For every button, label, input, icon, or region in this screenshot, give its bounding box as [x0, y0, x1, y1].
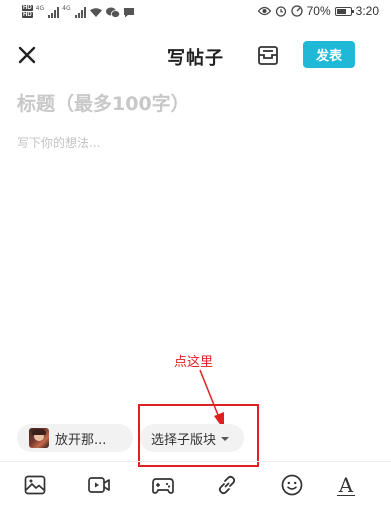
insert-link-button[interactable] [214, 472, 240, 498]
subforum-label: 选择子版块 [151, 432, 217, 448]
message-icon [123, 7, 135, 18]
gamepad-icon [152, 478, 174, 494]
text-format-icon: A [336, 472, 356, 497]
network-label-1: 4G [35, 5, 45, 12]
clock: 3:20 [355, 4, 379, 18]
game-avatar [29, 428, 49, 448]
title-input[interactable] [17, 88, 377, 120]
emoji-icon [281, 474, 303, 496]
status-left: HD HD 4G 4G [22, 5, 135, 19]
hd-icon: HD HD [22, 5, 33, 18]
header: 写帖子 发表 [0, 38, 391, 72]
status-bar: HD HD 4G 4G 70% 3:20 [0, 0, 391, 26]
insert-image-button[interactable] [22, 472, 48, 498]
insert-game-button[interactable] [150, 472, 176, 498]
speed-icon [290, 5, 303, 17]
insert-video-button[interactable] [86, 472, 112, 498]
signal-icon [48, 6, 60, 18]
image-icon [24, 475, 46, 495]
subforum-select-button[interactable]: 选择子版块 [140, 424, 244, 452]
video-icon [88, 477, 110, 493]
publish-button[interactable]: 发表 [303, 41, 355, 68]
battery-icon [334, 6, 354, 16]
wifi-icon [89, 7, 103, 18]
wechat-icon [105, 7, 120, 18]
drafts-box-icon [258, 46, 278, 65]
battery-percent: 70% [306, 4, 331, 18]
text-format-button[interactable]: A [333, 472, 359, 498]
body-input[interactable] [17, 134, 377, 334]
signal-icon-2 [74, 6, 86, 18]
eye-icon [257, 6, 271, 16]
link-icon [218, 475, 236, 495]
network-label-2: 4G [62, 5, 71, 12]
alarm-icon [275, 5, 287, 17]
drafts-button[interactable] [256, 43, 280, 67]
game-chip[interactable]: 放开那... [17, 424, 133, 452]
bottom-toolbar: A [0, 462, 391, 505]
insert-emoji-button[interactable] [279, 472, 305, 498]
game-name: 放开那... [55, 432, 107, 448]
chevron-down-icon [221, 437, 230, 441]
status-right: 70% 3:20 [257, 4, 379, 18]
